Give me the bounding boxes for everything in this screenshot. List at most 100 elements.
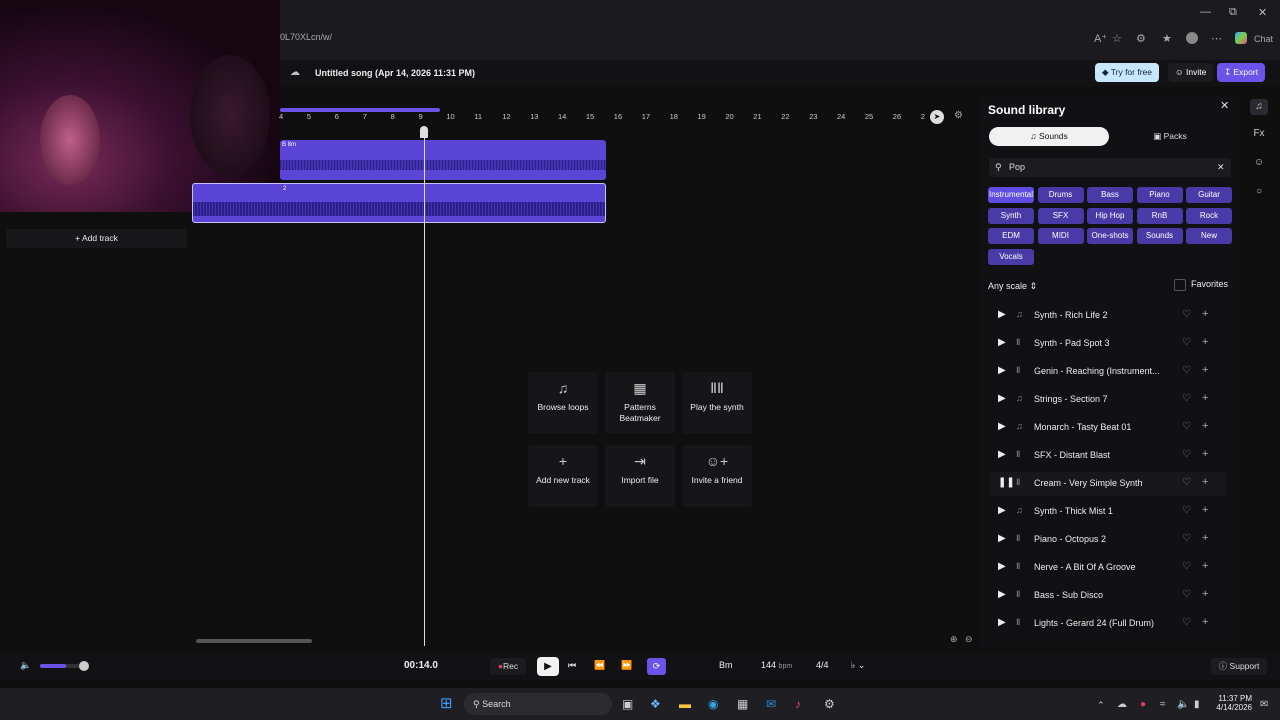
- timeline-scrollbar[interactable]: [196, 639, 312, 643]
- heart-icon[interactable]: ♡: [1182, 309, 1191, 320]
- collab-rail-icon[interactable]: ☺: [1250, 157, 1268, 168]
- add-to-track-icon[interactable]: +: [1202, 308, 1208, 320]
- sound-list-item[interactable]: ▶ Ⅱ Lights - Gerard 24 (Full Drum) ♡ +: [990, 612, 1226, 636]
- add-to-track-icon[interactable]: +: [1202, 588, 1208, 600]
- profile-avatar[interactable]: [1186, 32, 1198, 44]
- battery-icon[interactable]: ▮: [1194, 699, 1200, 710]
- onedrive-icon[interactable]: ☁: [1117, 699, 1127, 710]
- action-patterns-beatmaker[interactable]: ▦ Patterns Beatmaker: [605, 372, 675, 434]
- play-icon[interactable]: ▶: [998, 533, 1006, 544]
- favorites-checkbox[interactable]: [1174, 279, 1186, 291]
- windows-start-icon[interactable]: ⊞: [440, 694, 453, 712]
- library-search-input[interactable]: ⚲ Pop ✕: [989, 158, 1231, 177]
- category-chip[interactable]: Drums: [1037, 187, 1084, 203]
- rewind-icon[interactable]: ⏪: [594, 660, 605, 671]
- play-icon[interactable]: ▶: [998, 505, 1006, 516]
- category-chip[interactable]: SFX: [1037, 207, 1084, 224]
- play-icon[interactable]: ▶: [998, 589, 1006, 600]
- sound-list-item[interactable]: ▶ ♫ Synth - Rich Life 2 ♡ +: [990, 304, 1226, 328]
- mail-icon[interactable]: ✉: [766, 697, 776, 711]
- support-button[interactable]: ⓘ Support: [1211, 658, 1267, 675]
- file-explorer-icon[interactable]: ▬: [679, 697, 691, 711]
- sound-list-item[interactable]: ❚❚ Ⅱ Cream - Very Simple Synth ♡ +: [990, 472, 1226, 496]
- action-browse-loops[interactable]: ♫ Browse loops: [528, 372, 598, 434]
- record-button[interactable]: ●Rec: [490, 658, 526, 675]
- sound-list-item[interactable]: ▶ ♫ Monarch - Tasty Beat 01 ♡ +: [990, 416, 1226, 440]
- task-view-icon[interactable]: ▣: [622, 697, 633, 711]
- sound-library-rail-icon[interactable]: ♫: [1250, 99, 1268, 115]
- category-chip[interactable]: Sounds: [1136, 228, 1183, 245]
- minimize-icon[interactable]: —: [1200, 6, 1211, 18]
- heart-icon[interactable]: ♡: [1182, 505, 1191, 516]
- heart-icon[interactable]: ♡: [1182, 533, 1191, 544]
- tray-chevron-icon[interactable]: ⌃: [1097, 700, 1105, 711]
- song-title[interactable]: Untitled song (Apr 14, 2026 11:31 PM): [315, 68, 475, 78]
- close-library-icon[interactable]: ✕: [1220, 99, 1229, 112]
- add-to-track-icon[interactable]: +: [1202, 504, 1208, 516]
- zoom-out-icon[interactable]: ⊖: [965, 634, 973, 645]
- category-chip[interactable]: MIDI: [1037, 228, 1084, 245]
- invite-button[interactable]: ☺ Invite: [1168, 63, 1214, 82]
- more-menu-icon[interactable]: ⋯: [1211, 32, 1222, 45]
- category-chip[interactable]: Piano: [1136, 187, 1183, 203]
- play-icon[interactable]: ▶: [998, 309, 1006, 320]
- sound-list-item[interactable]: ▶ Ⅱ Synth - Pad Spot 3 ♡ +: [990, 332, 1226, 356]
- fx-rail-icon[interactable]: Fx: [1250, 128, 1268, 139]
- category-chip[interactable]: New: [1186, 228, 1232, 245]
- taskbar-clock[interactable]: 11:37 PM 4/14/2026: [1214, 694, 1252, 712]
- category-chip[interactable]: Guitar: [1186, 187, 1232, 203]
- time-signature[interactable]: 4/4: [816, 660, 829, 670]
- audio-clip-1[interactable]: B 8m: [280, 140, 606, 180]
- add-to-track-icon[interactable]: +: [1202, 560, 1208, 572]
- microphone-icon[interactable]: ●: [1140, 699, 1146, 710]
- chat-label[interactable]: Chat: [1254, 34, 1273, 44]
- category-chip[interactable]: EDM: [988, 228, 1034, 245]
- metronome-icon[interactable]: ♭ ⌄: [851, 660, 865, 671]
- timeline-settings-icon[interactable]: ⚙: [954, 110, 963, 121]
- add-to-track-icon[interactable]: +: [1202, 476, 1208, 488]
- add-to-track-icon[interactable]: +: [1202, 448, 1208, 460]
- add-to-track-icon[interactable]: +: [1202, 532, 1208, 544]
- category-chip[interactable]: Rock: [1186, 207, 1232, 224]
- play-icon[interactable]: ▶: [998, 393, 1006, 404]
- store-icon[interactable]: ▦: [737, 697, 748, 711]
- add-to-track-icon[interactable]: +: [1202, 616, 1208, 628]
- add-to-track-icon[interactable]: +: [1202, 392, 1208, 404]
- clear-search-icon[interactable]: ✕: [1217, 158, 1225, 177]
- play-button[interactable]: ▶: [537, 657, 559, 676]
- add-track-button[interactable]: + Add track: [6, 229, 187, 248]
- category-chip[interactable]: Vocals: [988, 248, 1034, 265]
- favorites-toggle[interactable]: Favorites: [1174, 279, 1228, 291]
- heart-icon[interactable]: ♡: [1182, 617, 1191, 628]
- action-invite-a-friend[interactable]: ☺+ Invite a friend: [682, 445, 752, 507]
- favorite-star-icon[interactable]: ☆: [1112, 32, 1122, 45]
- try-free-button[interactable]: ◆ Try for free: [1095, 63, 1159, 82]
- heart-icon[interactable]: ♡: [1182, 561, 1191, 572]
- fast-forward-icon[interactable]: ⏩: [621, 660, 632, 671]
- tiktok-icon[interactable]: ♪: [795, 697, 801, 711]
- audio-clip-2[interactable]: 2: [192, 183, 606, 223]
- heart-icon[interactable]: ♡: [1182, 449, 1191, 460]
- export-button[interactable]: ↧ Export: [1217, 63, 1266, 82]
- heart-icon[interactable]: ♡: [1182, 393, 1191, 404]
- sound-list-item[interactable]: ▶ Ⅱ Nerve - A Bit Of A Groove ♡ +: [990, 556, 1226, 580]
- category-chip[interactable]: One-shots: [1087, 228, 1133, 245]
- notifications-icon[interactable]: ✉: [1260, 699, 1268, 710]
- restore-icon[interactable]: ⧉: [1229, 6, 1237, 19]
- action-import-file[interactable]: ⇥ Import file: [605, 445, 675, 507]
- volume-knob[interactable]: [79, 661, 89, 671]
- sound-list-item[interactable]: ▶ ♫ Strings - Section 7 ♡ +: [990, 388, 1226, 412]
- sound-list-item[interactable]: ▶ Ⅱ SFX - Distant Blast ♡ +: [990, 444, 1226, 468]
- edge-browser-icon[interactable]: ◉: [708, 697, 718, 711]
- heart-icon[interactable]: ♡: [1182, 365, 1191, 376]
- category-chip[interactable]: Bass: [1087, 187, 1133, 203]
- volume-tray-icon[interactable]: 🔈: [1177, 699, 1189, 710]
- play-icon[interactable]: ▶: [998, 337, 1006, 348]
- play-icon[interactable]: ▶: [998, 561, 1006, 572]
- heart-icon[interactable]: ♡: [1182, 477, 1191, 488]
- sound-list-item[interactable]: ▶ Ⅱ Genin - Reaching (Instrument... ♡ +: [990, 360, 1226, 384]
- chat-rail-icon[interactable]: ○: [1250, 186, 1268, 197]
- collections-icon[interactable]: ★: [1162, 32, 1172, 45]
- taskbar-search[interactable]: ⚲ Search: [464, 693, 612, 715]
- skip-start-icon[interactable]: ⏮: [568, 660, 576, 671]
